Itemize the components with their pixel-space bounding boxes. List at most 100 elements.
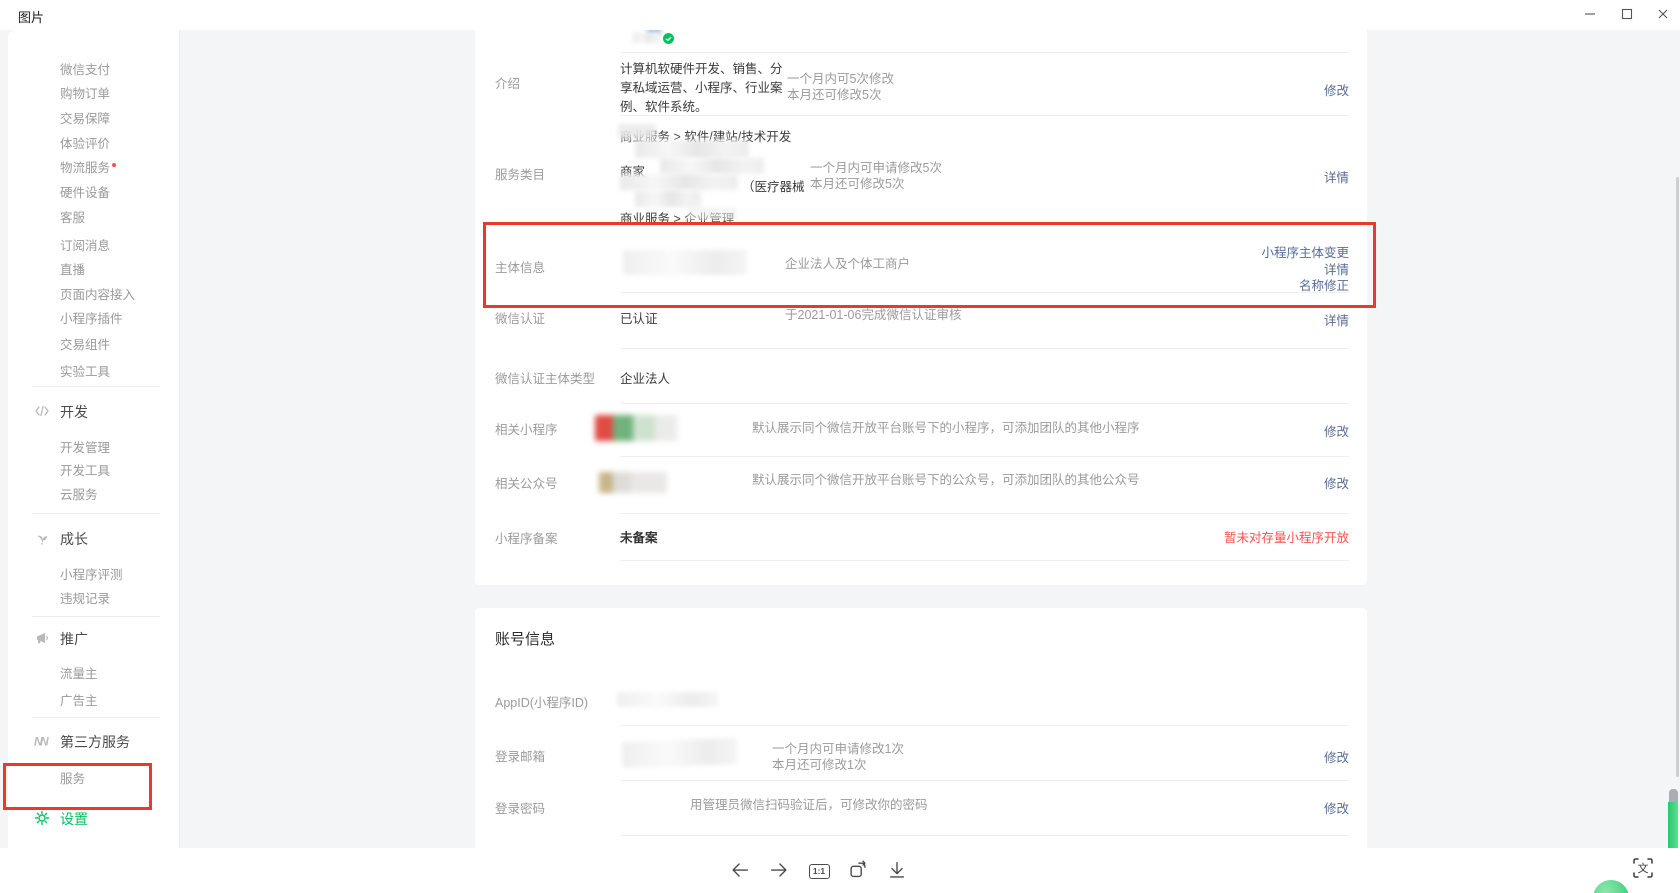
- sidebar-item-cloud-service[interactable]: 云服务: [60, 484, 98, 502]
- detail-link[interactable]: 详情: [1324, 167, 1349, 186]
- sidebar-section-development[interactable]: 开发: [60, 402, 88, 422]
- verification-status: 已认证: [620, 308, 658, 327]
- category-quota-desc: 一个月内可申请修改5次本月还可修改5次: [810, 161, 942, 192]
- edge-widget-cap: [1669, 789, 1678, 803]
- intro-quota-desc: 一个月内可5次修改本月还可修改5次: [787, 72, 894, 103]
- sidebar-divider: [32, 616, 160, 617]
- redacted-category-4: [620, 174, 738, 190]
- sidebar-item-live[interactable]: 直播: [60, 259, 85, 277]
- row-divider: [620, 348, 1349, 349]
- account-info-card: 账号信息 AppID(小程序ID) 登录邮箱 一个月内可申请修改1次本月还可修改…: [475, 608, 1367, 848]
- sidebar-section-label: 设置: [60, 811, 88, 827]
- modify-link[interactable]: 修改: [1324, 80, 1349, 99]
- modify-link[interactable]: 修改: [1324, 421, 1349, 440]
- sidebar-item-experience-rating[interactable]: 体验评价: [60, 133, 110, 151]
- verification-subject-type-value: 企业法人: [620, 368, 670, 387]
- row-divider: [620, 403, 1349, 404]
- viewer-toolbar: 1:1 文: [0, 848, 1680, 893]
- row-divider: [620, 456, 1349, 457]
- sidebar-item-violation-records[interactable]: 违规记录: [60, 588, 110, 606]
- sidebar-item-advertiser[interactable]: 广告主: [60, 690, 98, 708]
- actual-size-button[interactable]: 1:1: [805, 857, 833, 885]
- sidebar-item-hardware-device[interactable]: 硬件设备: [60, 182, 110, 200]
- row-divider: [620, 560, 1349, 561]
- sidebar-divider: [32, 386, 160, 387]
- actual-size-icon: 1:1: [809, 864, 830, 879]
- redacted-category-2: [635, 140, 749, 158]
- row-divider: [620, 52, 1349, 53]
- sidebar-item-traffic-owner[interactable]: 流量主: [60, 663, 98, 681]
- filing-status: 未备案: [620, 527, 658, 546]
- row-divider: [620, 725, 1349, 726]
- modify-link[interactable]: 修改: [1324, 798, 1349, 817]
- modify-link[interactable]: 修改: [1324, 473, 1349, 492]
- sidebar-item-transaction-guarantee[interactable]: 交易保障: [60, 108, 110, 126]
- sidebar-section-third-party[interactable]: NN 第三方服务: [60, 732, 130, 752]
- extract-text-button[interactable]: 文: [1629, 855, 1657, 883]
- edge-highlight-bar: [1668, 802, 1678, 848]
- sidebar-section-growth[interactable]: 成长: [60, 529, 88, 549]
- sidebar-item-page-content-access[interactable]: 页面内容接入: [60, 284, 135, 302]
- sidebar-item-shopping-orders[interactable]: 购物订单: [60, 83, 110, 101]
- row-label-intro: 介绍: [495, 73, 520, 92]
- scrollbar-thumb[interactable]: [1676, 177, 1679, 777]
- new-badge: [112, 163, 116, 167]
- sidebar-item-wechat-pay[interactable]: 微信支付: [60, 59, 110, 77]
- maximize-icon: [1621, 8, 1633, 23]
- sidebar-item-dev-management[interactable]: 开发管理: [60, 437, 110, 455]
- sidebar-item-customer-service[interactable]: 客服: [60, 207, 85, 225]
- maximize-button[interactable]: [1612, 2, 1642, 28]
- back-icon: [729, 859, 751, 884]
- sidebar: 微信支付 购物订单 交易保障 体验评价 物流服务 硬件设备 客服 订阅消息 直播…: [8, 30, 180, 848]
- close-button[interactable]: [1648, 2, 1678, 28]
- download-icon: [886, 859, 908, 884]
- sprout-icon: [34, 530, 50, 546]
- rotate-button[interactable]: [844, 857, 872, 885]
- filing-unavailable-link[interactable]: 暂未对存量小程序开放: [1224, 527, 1349, 546]
- redacted-category-5: [635, 190, 701, 207]
- row-divider: [620, 780, 1349, 781]
- sidebar-section-promotion[interactable]: 推广: [60, 629, 88, 649]
- megaphone-icon: [34, 630, 50, 646]
- sidebar-item-dev-tools[interactable]: 开发工具: [60, 460, 110, 478]
- sidebar-item-transaction-component[interactable]: 交易组件: [60, 334, 110, 352]
- svg-text:N: N: [40, 735, 49, 749]
- row-divider: [620, 835, 1349, 836]
- row-label-related-official-accounts: 相关公众号: [495, 473, 558, 492]
- sidebar-section-label: 开发: [60, 404, 88, 420]
- row-label-service-category: 服务类目: [495, 164, 545, 183]
- close-icon: [1657, 8, 1669, 23]
- sidebar-item-logistics-service[interactable]: 物流服务: [60, 157, 116, 175]
- sidebar-divider: [32, 717, 160, 718]
- account-info-title: 账号信息: [495, 628, 555, 649]
- sidebar-item-experiment-tools[interactable]: 实验工具: [60, 361, 110, 379]
- modify-link[interactable]: 修改: [1324, 747, 1349, 766]
- login-email-quota-desc: 一个月内可申请修改1次本月还可修改1次: [772, 742, 904, 773]
- sidebar-section-label: 推广: [60, 631, 88, 647]
- sidebar-item-miniprogram-plugin[interactable]: 小程序插件: [60, 308, 123, 326]
- sidebar-item-label: 物流服务: [60, 161, 110, 175]
- download-button[interactable]: [883, 857, 911, 885]
- window-title: 图片: [18, 7, 44, 26]
- back-button[interactable]: [726, 857, 754, 885]
- sidebar-section-settings[interactable]: 设置: [60, 809, 88, 829]
- related-official-accounts-desc: 默认展示同个微信开放平台账号下的公众号，可添加团队的其他公众号: [752, 473, 1140, 489]
- detail-link[interactable]: 详情: [1324, 310, 1349, 329]
- sidebar-item-miniprogram-evaluation[interactable]: 小程序评测: [60, 564, 123, 582]
- row-label-appid: AppID(小程序ID): [495, 692, 588, 711]
- svg-text:文: 文: [1638, 861, 1649, 875]
- forward-button[interactable]: [765, 857, 793, 885]
- row-label-login-email: 登录邮箱: [495, 746, 545, 765]
- redacted-related-miniprograms: [595, 415, 677, 441]
- annotation-box-subject-info: [483, 222, 1376, 308]
- redacted-login-email: [622, 738, 738, 768]
- sidebar-section-label: 成长: [60, 531, 88, 547]
- category-line-3: （医疗器械: [742, 176, 805, 195]
- sidebar-item-subscribe-message[interactable]: 订阅消息: [60, 235, 110, 253]
- verified-badge-icon: [663, 31, 674, 49]
- titlebar: 图片: [0, 0, 1680, 30]
- minimize-button[interactable]: [1575, 2, 1605, 28]
- login-password-desc: 用管理员微信扫码验证后，可修改你的密码: [690, 798, 928, 814]
- rotate-icon: [847, 859, 869, 884]
- row-divider: [620, 513, 1349, 514]
